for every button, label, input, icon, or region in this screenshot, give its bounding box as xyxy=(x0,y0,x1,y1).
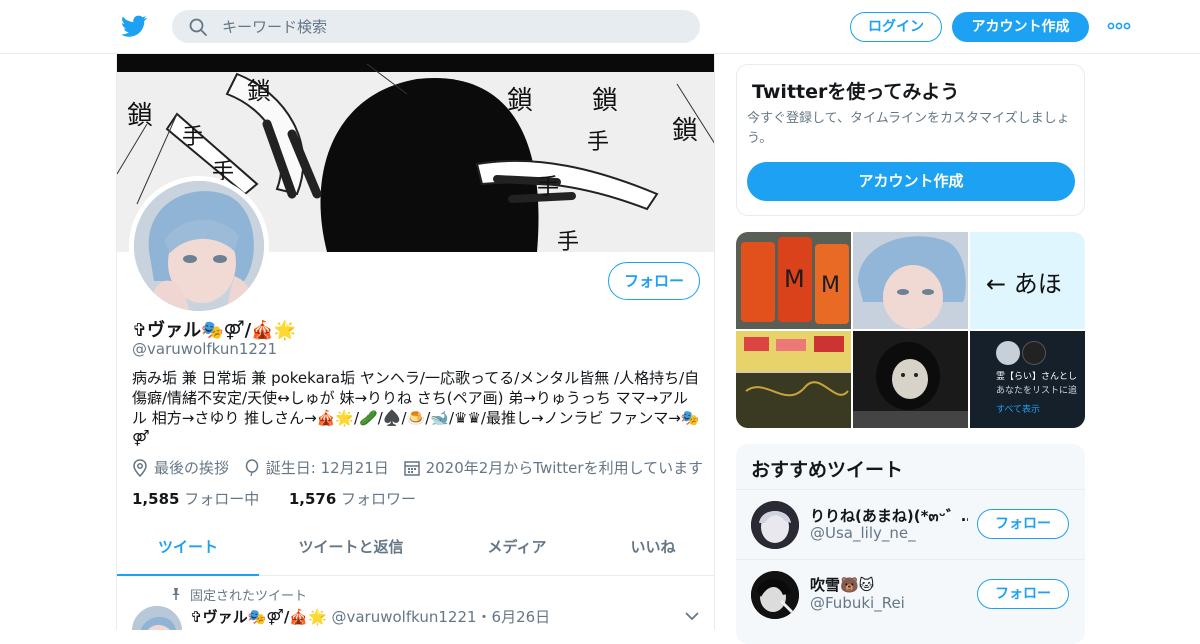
profile-meta: 最後の挨拶 誕生日: 12月21日 2020年2月からTwitterを利用してい… xyxy=(132,457,713,478)
tab-media[interactable]: メディア xyxy=(443,524,591,576)
calendar-icon xyxy=(403,461,420,476)
media-grid: M M ← あほ 霊【らい】さんとし あなたをリストに追 すべて表示 xyxy=(736,232,1085,428)
followers-label: フォロワー xyxy=(341,490,417,508)
tab-likes[interactable]: いいね xyxy=(591,524,714,576)
tweet-handle-date[interactable]: @varuwolfkun1221・6月26日 xyxy=(331,608,550,626)
recommended-user[interactable]: 吹雪🐻🐱 @Fubuki_Rei フォロー xyxy=(736,559,1085,629)
profile-name: ✞ヴァル🎭⚤/🎪🌟 xyxy=(132,320,297,341)
recommended-user-handle: @Fubuki_Rei xyxy=(810,594,905,612)
svg-text:鎖: 鎖 xyxy=(592,86,618,116)
location-item: 最後の挨拶 xyxy=(132,457,229,478)
following-label: フォロー中 xyxy=(184,490,260,508)
location-text: 最後の挨拶 xyxy=(154,459,230,477)
svg-text:手: 手 xyxy=(537,175,559,200)
svg-text:M: M xyxy=(784,265,805,293)
recommended-follow-button[interactable]: フォロー xyxy=(977,579,1069,609)
media-thumb-text: すべて表示 xyxy=(996,405,1041,415)
svg-text:鎖: 鎖 xyxy=(672,116,698,146)
media-thumb[interactable] xyxy=(853,331,968,428)
birthday-item: 誕生日: 12月21日 xyxy=(244,457,389,478)
tweet-author-name[interactable]: ✞ヴァル🎭⚤/🎪🌟 xyxy=(190,608,327,626)
birthday-text: 誕生日: 12月21日 xyxy=(265,459,389,477)
login-button[interactable]: ログイン xyxy=(850,12,942,42)
signup-card: Twitterを使ってみよう 今すぐ登録して、タイムラインをカスタマイズしましょ… xyxy=(736,64,1085,216)
location-icon xyxy=(133,459,147,478)
profile-handle: @varuwolfkun1221 xyxy=(132,340,278,358)
recommended-user[interactable]: りりね(あまね)(*๓ᵕ゛… @Usa_lily_ne_ フォロー xyxy=(736,489,1085,559)
profile-avatar[interactable] xyxy=(129,176,269,316)
followers-link[interactable]: 1,576 フォロワー xyxy=(289,490,416,508)
profile-tabs: ツイート ツイートと返信 メディア いいね xyxy=(117,524,714,576)
media-thumb-text: あなたをリストに追 xyxy=(996,386,1078,396)
twitter-logo-icon[interactable] xyxy=(120,13,148,39)
signup-card-title: Twitterを使ってみよう xyxy=(752,81,960,103)
follow-counts: 1,585 フォロー中 1,576 フォロワー xyxy=(132,488,416,509)
search-box[interactable] xyxy=(172,10,700,43)
svg-text:鎖: 鎖 xyxy=(247,77,271,105)
joined-item: 2020年2月からTwitterを利用しています xyxy=(403,457,704,478)
top-bar: ログイン アカウント作成 xyxy=(0,0,1200,54)
svg-text:鎖: 鎖 xyxy=(507,86,533,116)
svg-text:M: M xyxy=(821,273,840,298)
search-input[interactable] xyxy=(222,10,682,43)
follow-button[interactable]: フォロー xyxy=(608,262,700,300)
svg-text:鎖: 鎖 xyxy=(127,101,153,131)
recommended-user-avatar[interactable] xyxy=(751,501,799,549)
svg-text:手: 手 xyxy=(557,230,579,252)
tab-tweets[interactable]: ツイート xyxy=(117,524,259,576)
tweet-header: ✞ヴァル🎭⚤/🎪🌟 @varuwolfkun1221・6月26日 xyxy=(190,606,550,627)
recommended-title: おすすめツイート xyxy=(751,459,904,481)
media-thumb[interactable]: 霊【らい】さんとし あなたをリストに追 すべて表示 xyxy=(970,331,1085,428)
svg-text:手: 手 xyxy=(182,125,204,150)
balloon-icon xyxy=(245,459,259,477)
signup-card-button[interactable]: アカウント作成 xyxy=(747,162,1075,201)
following-link[interactable]: 1,585 フォロー中 xyxy=(132,490,259,508)
svg-text:手: 手 xyxy=(587,130,609,155)
more-options-icon[interactable] xyxy=(1107,20,1131,32)
recommended-follow-button[interactable]: フォロー xyxy=(977,509,1069,539)
recommended-user-avatar[interactable] xyxy=(751,571,799,619)
search-icon xyxy=(189,18,207,36)
recommended-tweets: おすすめツイート りりね(あまね)(*๓ᵕ゛… @Usa_lily_ne_ フォ… xyxy=(736,444,1085,644)
joined-text: 2020年2月からTwitterを利用しています xyxy=(425,459,704,477)
chevron-down-icon[interactable] xyxy=(685,611,699,621)
pinned-label: 固定されたツイート xyxy=(190,589,308,604)
profile-column: 鎖 手 手 鎖 鎖 鎖 手 鎖 手 手 フォロー ✞ヴァル🎭⚤/🎪🌟 @varu… xyxy=(116,54,715,630)
media-thumb[interactable] xyxy=(736,331,851,428)
media-thumb[interactable]: ← あほ xyxy=(970,232,1085,329)
tweet-avatar[interactable] xyxy=(132,606,182,630)
media-thumb-text: ← あほ xyxy=(986,270,1062,298)
recommended-user-name[interactable]: 吹雪🐻🐱 xyxy=(810,574,968,595)
profile-bio: 病み垢 兼 日常垢 兼 pokekara垢 ヤンヘラ/一応歌ってる/メンタル皆無… xyxy=(132,369,700,447)
tab-tweets-and-replies[interactable]: ツイートと返信 xyxy=(259,524,443,576)
pin-icon xyxy=(172,588,180,600)
recommended-user-handle: @Usa_lily_ne_ xyxy=(810,524,916,542)
signup-button[interactable]: アカウント作成 xyxy=(952,12,1089,42)
media-thumb[interactable]: M M xyxy=(736,232,851,329)
following-count: 1,585 xyxy=(132,490,180,508)
media-thumb-text: 霊【らい】さんとし xyxy=(996,372,1078,382)
signup-card-subtitle: 今すぐ登録して、タイムラインをカスタマイズしましょう。 xyxy=(747,111,1070,146)
media-thumb[interactable] xyxy=(853,232,968,329)
followers-count: 1,576 xyxy=(288,490,337,508)
